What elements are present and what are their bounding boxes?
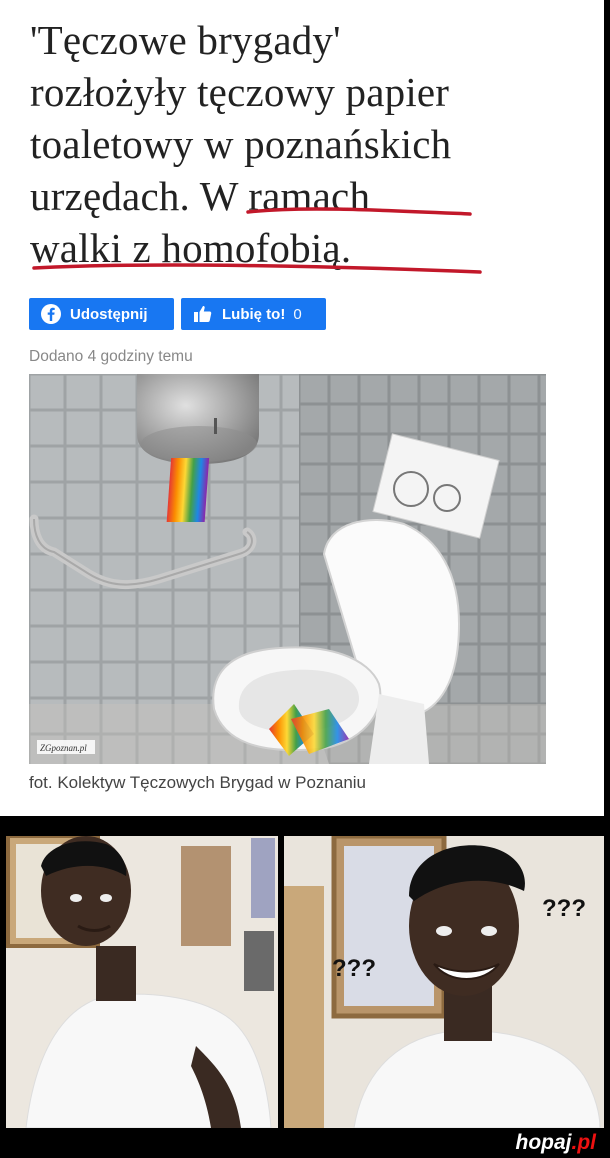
site-brand-logo: hopaj.pl — [516, 1131, 597, 1155]
brand-tld: .pl — [571, 1131, 597, 1154]
like-count: 0 — [293, 305, 302, 323]
facebook-icon — [41, 304, 61, 324]
red-underline-marks — [32, 207, 482, 274]
meme-panel-right: ??? ??? — [284, 836, 604, 1128]
like-button[interactable]: Lubię to! 0 — [181, 298, 326, 330]
article-photo: ZGpoznan.pl — [29, 374, 546, 764]
meme-right-question-marks: ??? — [542, 895, 586, 922]
share-button[interactable]: Udostępnij — [29, 298, 174, 330]
photo-caption: fot. Kolektyw Tęczowych Brygad w Poznani… — [29, 773, 367, 792]
brand-name: hopaj — [515, 1131, 572, 1154]
like-label: Lubię to! — [222, 305, 286, 323]
meme-left-question-marks: ??? — [332, 955, 376, 982]
thumbs-up-icon — [193, 304, 213, 324]
photo-watermark: ZGpoznan.pl — [40, 743, 87, 753]
meme-panel-left: ??? — [6, 836, 278, 1128]
toilet-paper-dispenser — [137, 374, 259, 464]
added-timestamp: Dodano 4 godziny temu — [29, 348, 193, 365]
share-label: Udostępnij — [70, 305, 148, 323]
article-screenshot: 'Tęczowe brygady' rozłożyły tęczowy papi… — [0, 0, 604, 816]
